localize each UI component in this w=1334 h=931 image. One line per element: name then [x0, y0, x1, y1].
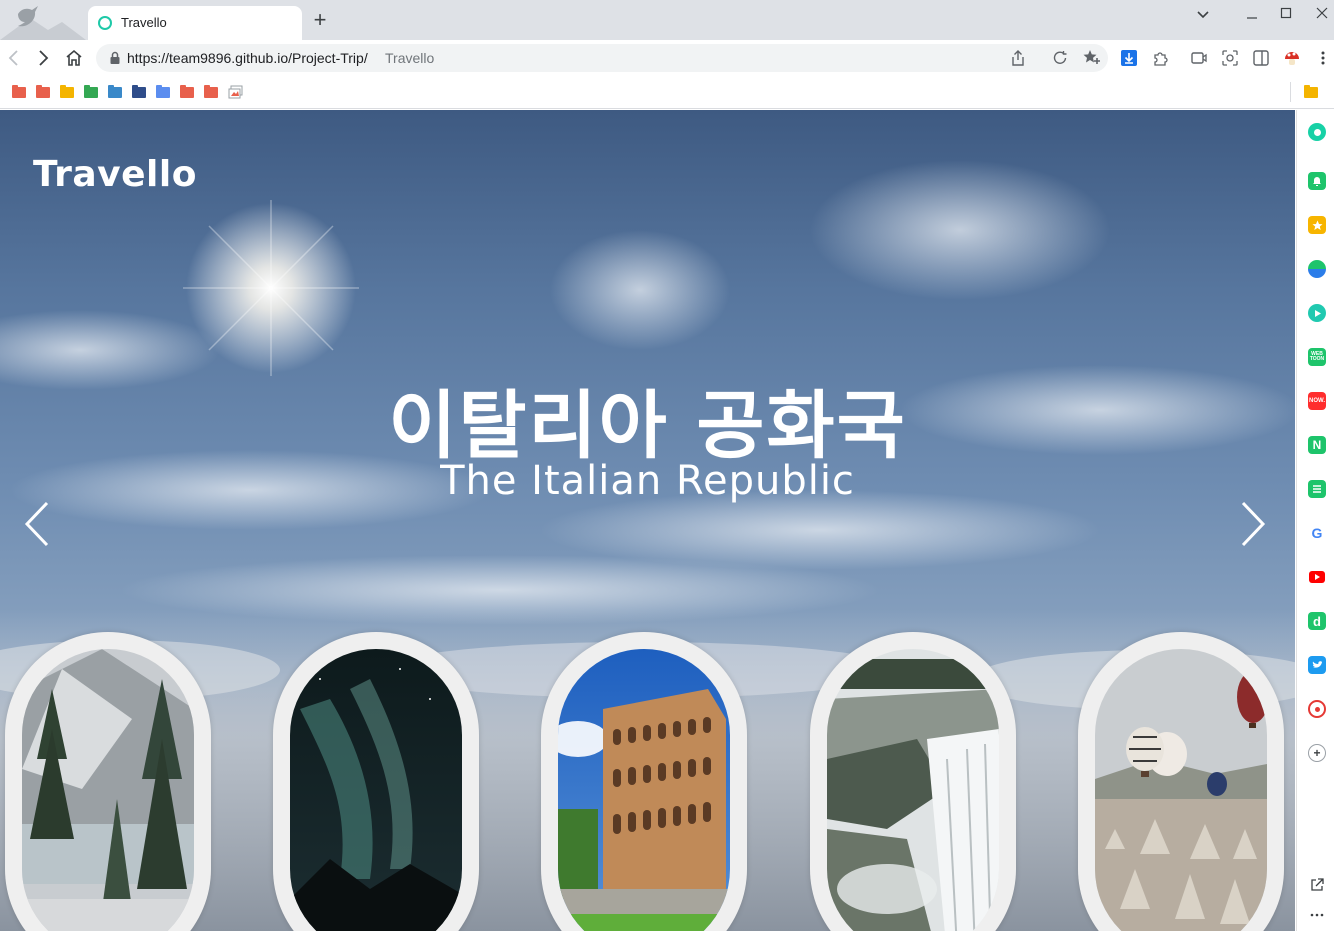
aurora-image: [290, 649, 462, 931]
destination-card[interactable]: [541, 632, 747, 931]
bookmark-folder-icon[interactable]: [12, 85, 26, 98]
naver-whale-icon[interactable]: [1308, 123, 1326, 141]
site-logo[interactable]: Travello: [33, 154, 197, 195]
bookmark-folder-icon[interactable]: [204, 85, 218, 98]
open-external-icon[interactable]: [1308, 876, 1326, 894]
other-bookmarks-folder-icon[interactable]: [1304, 85, 1318, 98]
sheets-icon[interactable]: [1308, 480, 1326, 498]
active-tab[interactable]: Travello: [88, 6, 302, 40]
tab-favicon-icon: [98, 16, 112, 30]
lock-icon: [110, 51, 120, 64]
close-window-button[interactable]: [1310, 4, 1334, 24]
naver-icon[interactable]: N: [1308, 436, 1326, 454]
google-icon[interactable]: G: [1308, 524, 1326, 542]
home-button[interactable]: [63, 47, 85, 69]
web-page: Travello 이탈리아 공화국 The Italian Republic: [0, 110, 1295, 931]
new-tab-button[interactable]: +: [309, 9, 331, 31]
back-button[interactable]: [2, 47, 24, 69]
balloon-image: [1095, 649, 1267, 931]
d-label: d: [1313, 613, 1321, 629]
star-icon[interactable]: [1308, 216, 1326, 234]
colosseum-image: [558, 649, 730, 931]
webtoon-icon[interactable]: WEB TOON: [1308, 348, 1326, 366]
pine-forest-image: [22, 649, 194, 931]
reload-icon[interactable]: [1051, 49, 1069, 67]
url-text[interactable]: https://team9896.github.io/Project-Trip/: [127, 50, 368, 66]
next-slide-arrow-icon[interactable]: [1238, 500, 1268, 548]
bookmark-folder-icon[interactable]: [108, 85, 122, 98]
destination-card[interactable]: [5, 632, 211, 931]
add-icon[interactable]: +: [1308, 744, 1326, 762]
bookmarks-bar: [0, 76, 1334, 109]
minimize-button[interactable]: [1240, 4, 1264, 24]
webtoon-label: WEB TOON: [1309, 351, 1325, 362]
naver-label: N: [1312, 438, 1322, 452]
waterfall-image: [827, 649, 999, 931]
bell-icon[interactable]: [1308, 172, 1326, 190]
d-icon[interactable]: d: [1308, 612, 1326, 630]
play-icon[interactable]: [1308, 304, 1326, 322]
download-icon[interactable]: [1120, 49, 1138, 67]
side-panel: WEB TOON NOW. N G d +: [1296, 110, 1334, 931]
tab-search-chevron-icon[interactable]: [1191, 4, 1215, 24]
now-label: NOW.: [1309, 398, 1325, 404]
bookmark-folder-icon[interactable]: [84, 85, 98, 98]
share-icon[interactable]: [1009, 49, 1027, 67]
google-label: G: [1311, 525, 1323, 541]
forward-button[interactable]: [33, 47, 55, 69]
bookmark-page-icon[interactable]: [228, 85, 243, 99]
bookmark-folder-icon[interactable]: [180, 85, 194, 98]
bookmarks-divider: [1290, 82, 1291, 102]
tab-strip: Travello +: [0, 0, 1334, 40]
menu-dots-icon[interactable]: [1314, 49, 1332, 67]
address-toolbar: https://team9896.github.io/Project-Trip/…: [0, 40, 1334, 76]
cast-icon[interactable]: [1190, 49, 1208, 67]
sidebar-toggle-icon[interactable]: [1252, 49, 1270, 67]
bookmark-folder-icon[interactable]: [132, 85, 146, 98]
twitter-icon[interactable]: [1308, 656, 1326, 674]
now-icon[interactable]: NOW.: [1308, 392, 1326, 410]
destination-card[interactable]: [273, 632, 479, 931]
record-icon[interactable]: [1308, 700, 1326, 718]
youtube-icon[interactable]: [1308, 568, 1326, 586]
bookmark-star-icon[interactable]: [1083, 49, 1101, 67]
extensions-puzzle-icon[interactable]: [1151, 49, 1169, 67]
destination-card[interactable]: [810, 632, 1016, 931]
hero-subtitle: The Italian Republic: [440, 458, 855, 504]
omnibox[interactable]: https://team9896.github.io/Project-Trip/…: [96, 44, 1108, 72]
bookmark-folder-icon[interactable]: [60, 85, 74, 98]
maximize-button[interactable]: [1274, 4, 1298, 24]
edge-icon[interactable]: [1308, 260, 1326, 278]
more-dots-icon[interactable]: [1308, 906, 1326, 924]
page-title-hint: Travello: [385, 50, 435, 66]
hero-title: 이탈리아 공화국: [388, 383, 907, 469]
destination-card[interactable]: [1078, 632, 1284, 931]
tab-title: Travello: [121, 15, 167, 30]
screenshot-icon[interactable]: [1221, 49, 1239, 67]
bookmark-folder-icon[interactable]: [36, 85, 50, 98]
bookmark-folder-icon[interactable]: [156, 85, 170, 98]
prev-slide-arrow-icon[interactable]: [22, 500, 52, 548]
profile-avatar-icon[interactable]: [1283, 49, 1301, 67]
twitter-bird-decoration-icon: [0, 6, 86, 40]
